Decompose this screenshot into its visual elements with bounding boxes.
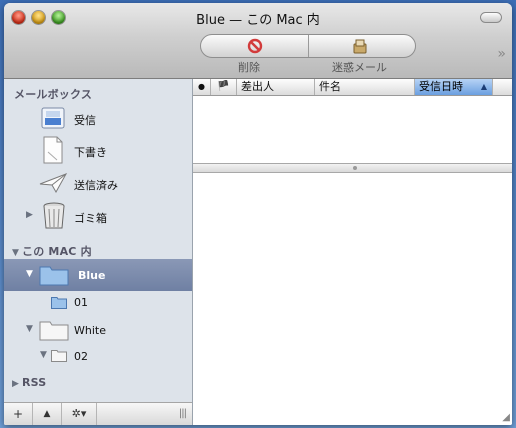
junk-button-label[interactable]: 迷惑メール xyxy=(332,59,387,75)
flag-column[interactable]: 🏴 xyxy=(211,79,237,95)
column-label: 受信日時 xyxy=(419,80,463,93)
sidebar-item-label: 受信 xyxy=(74,114,96,127)
junk-mail-icon[interactable] xyxy=(351,37,369,55)
disclosure-triangle-icon: ▼ xyxy=(12,248,20,258)
pane-splitter[interactable] xyxy=(193,163,512,173)
sort-ascending-icon: ▲ xyxy=(480,82,487,91)
add-mailbox-button[interactable]: + xyxy=(4,403,33,425)
sent-icon xyxy=(39,173,68,194)
sidebar-item-white[interactable]: ▼ White xyxy=(4,315,192,345)
folder-icon xyxy=(39,321,69,341)
disclosure-triangle-icon[interactable]: ▼ xyxy=(26,269,36,279)
disclosure-triangle-icon[interactable]: ▶ xyxy=(26,210,36,220)
inbox-icon xyxy=(41,107,65,129)
sidebar-item-trash[interactable]: ▶ ゴミ箱 xyxy=(4,201,192,231)
from-column[interactable]: 差出人 xyxy=(237,79,315,95)
sidebar-bottom-bar: + ▲ ✲▾ ||| xyxy=(4,402,192,425)
sidebar-item-blue[interactable]: ▼ Blue xyxy=(4,259,192,291)
sidebar-item-label: 01 xyxy=(74,296,88,309)
column-header: ● 🏴 差出人 件名 受信日時 ▲ xyxy=(193,79,512,96)
subject-column[interactable]: 件名 xyxy=(315,79,415,95)
section-label: RSS xyxy=(22,376,47,389)
folder-icon xyxy=(51,297,67,309)
window-resize-grip-icon[interactable]: ◢ xyxy=(502,412,510,423)
rss-header[interactable]: ▶ RSS xyxy=(12,376,46,389)
on-mac-header[interactable]: ▼ この MAC 内 xyxy=(12,243,92,259)
show-activity-button[interactable]: ▲ xyxy=(33,403,62,425)
folder-icon xyxy=(39,266,69,286)
splitter-handle-icon xyxy=(352,166,357,170)
sidebar-item-label: 02 xyxy=(74,350,88,363)
message-list[interactable] xyxy=(193,96,512,163)
drafts-icon xyxy=(43,136,63,164)
window-title: Blue — この Mac 内 xyxy=(196,13,320,28)
mailboxes-header[interactable]: メールボックス xyxy=(14,86,92,102)
sidebar: メールボックス 受信 下書き 送信済み ▶ ゴミ箱 ▼ この MAC 内 ▼ B… xyxy=(4,79,193,425)
toolbar: Blue — この Mac 内 削除 迷惑メール » xyxy=(4,3,512,79)
message-preview-pane[interactable] xyxy=(193,173,512,425)
date-received-column[interactable]: 受信日時 ▲ xyxy=(415,79,493,95)
toolbar-overflow-icon[interactable]: » xyxy=(497,46,505,62)
sidebar-item-label: 送信済み xyxy=(74,179,118,192)
sidebar-item-label: White xyxy=(74,324,106,337)
segment-divider xyxy=(308,35,309,57)
disclosure-triangle-icon: ▶ xyxy=(12,379,20,389)
trash-icon xyxy=(43,202,65,229)
sidebar-item-01[interactable]: 01 xyxy=(4,291,192,315)
read-status-column[interactable]: ● xyxy=(193,79,211,95)
sidebar-item-label: Blue xyxy=(78,269,106,282)
toolbar-toggle-button[interactable] xyxy=(480,12,502,23)
sidebar-item-02[interactable]: ▼ 02 xyxy=(4,345,192,367)
delete-button-label[interactable]: 削除 xyxy=(238,59,260,75)
sidebar-item-drafts[interactable]: 下書き xyxy=(4,135,192,165)
delete-icon[interactable] xyxy=(246,37,264,55)
folder-icon xyxy=(51,350,67,362)
sidebar-item-label: ゴミ箱 xyxy=(74,212,107,225)
toolbar-segment xyxy=(200,34,416,58)
sidebar-item-inbox[interactable]: 受信 xyxy=(4,103,192,133)
disclosure-triangle-icon[interactable]: ▼ xyxy=(40,350,50,360)
section-label: この MAC 内 xyxy=(22,245,92,258)
message-area: ● 🏴 差出人 件名 受信日時 ▲ ◢ xyxy=(193,79,512,425)
action-menu-button[interactable]: ✲▾ xyxy=(62,403,97,425)
mail-window: Blue — この Mac 内 削除 迷惑メール » メールボックス 受信 下書… xyxy=(4,3,512,425)
disclosure-triangle-icon[interactable]: ▼ xyxy=(26,324,36,334)
sidebar-item-sent[interactable]: 送信済み xyxy=(4,168,192,198)
sidebar-resize-grip[interactable]: ||| xyxy=(179,408,187,419)
sidebar-item-label: 下書き xyxy=(74,146,107,159)
